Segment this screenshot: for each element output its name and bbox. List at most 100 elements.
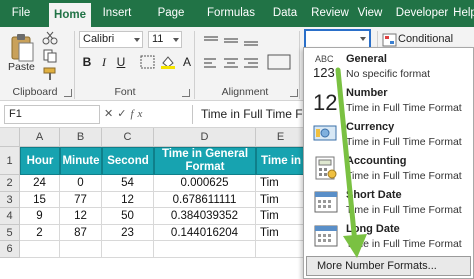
row-header[interactable]: 1 (0, 147, 20, 175)
tab-view[interactable]: View (356, 0, 384, 27)
cancel-icon[interactable]: ✕ (104, 108, 117, 120)
svg-text:12: 12 (313, 90, 337, 114)
clipboard-launcher-icon[interactable] (64, 89, 72, 97)
font-launcher-icon[interactable] (182, 89, 190, 97)
column-header[interactable]: D (154, 128, 256, 147)
font-color-button[interactable]: A (180, 53, 194, 71)
accounting-icon (315, 156, 337, 180)
menu-item-accounting[interactable]: Accounting Time in Full Time Format (304, 152, 473, 186)
cut-icon[interactable] (42, 31, 58, 45)
table-header-cell[interactable]: Time in D (256, 147, 306, 175)
menu-item-subtitle: Time in Full Time Format (346, 136, 462, 148)
table-cell[interactable]: 12 (102, 192, 154, 208)
select-all-corner[interactable] (0, 128, 20, 147)
table-cell[interactable]: Tim (256, 208, 306, 225)
table-cell[interactable]: 54 (102, 175, 154, 192)
menu-item-currency[interactable]: Currency Time in Full Time Format (304, 118, 473, 152)
menu-item-number[interactable]: 12 Number Time in Full Time Format (304, 84, 473, 118)
paste-icon[interactable] (10, 33, 34, 63)
table-cell[interactable]: 24 (20, 175, 60, 192)
row-header[interactable]: 4 (0, 208, 20, 225)
menu-item-subtitle: Time in Full Time Format (346, 204, 462, 216)
tab-page-layout[interactable]: Page Layout (141, 0, 201, 46)
italic-button[interactable]: I (97, 53, 111, 71)
column-header[interactable]: B (60, 128, 102, 147)
table-header-cell[interactable]: Time in General Format (154, 147, 256, 175)
menu-item-long-date[interactable]: Long Date Time in Full Time Format (304, 220, 473, 254)
menu-item-general[interactable]: ABC 123 General No specific format (304, 50, 473, 84)
table-cell[interactable]: 15 (20, 192, 60, 208)
row-header[interactable]: 3 (0, 192, 20, 208)
alignment-launcher-icon[interactable] (290, 89, 298, 97)
row-header[interactable]: 6 (0, 241, 20, 258)
table-cell[interactable]: Tim (256, 225, 306, 241)
table-cell[interactable]: 50 (102, 208, 154, 225)
conditional-formatting-button[interactable]: Conditional Formatting (380, 30, 474, 63)
number-12-icon: 12 (313, 90, 337, 114)
font-name-select[interactable]: Calibri (79, 31, 143, 48)
column-header[interactable]: A (20, 128, 60, 147)
table-cell[interactable]: 87 (60, 225, 102, 241)
tab-developer[interactable]: Developer (394, 0, 450, 27)
chevron-down-icon (173, 38, 179, 42)
enter-icon[interactable]: ✓ (117, 108, 130, 120)
group-divider (194, 31, 195, 99)
number-format-select[interactable] (304, 29, 371, 49)
fill-color-icon[interactable] (160, 55, 176, 69)
menu-item-title: Long Date (346, 223, 400, 235)
table-cell[interactable] (256, 241, 306, 258)
table-cell[interactable]: 0.144016204 (154, 225, 256, 241)
table-cell[interactable]: Tim (256, 192, 306, 208)
table-cell[interactable]: 0.384039352 (154, 208, 256, 225)
tab-insert[interactable]: Insert (97, 0, 137, 27)
fx-icon[interactable]: fx (130, 108, 146, 120)
paste-button-label[interactable]: Paste (8, 61, 35, 73)
column-header[interactable]: C (102, 128, 154, 147)
tab-review[interactable]: Review (309, 0, 351, 27)
row-header[interactable]: 5 (0, 225, 20, 241)
table-cell[interactable] (60, 241, 102, 258)
format-painter-icon[interactable] (42, 67, 58, 81)
menu-item-subtitle: Time in Full Time Format (346, 170, 462, 182)
currency-icon (313, 125, 337, 141)
more-number-formats-button[interactable]: More Number Formats... (306, 256, 471, 276)
table-cell[interactable] (102, 241, 154, 258)
table-cell[interactable]: 77 (60, 192, 102, 208)
formula-bar-controls: ✕✓fx (104, 107, 146, 120)
alignment-buttons-icon[interactable] (202, 33, 294, 73)
table-header-cell[interactable]: Hour (20, 147, 60, 175)
row-header[interactable]: 2 (0, 175, 20, 192)
name-box[interactable]: F1 (4, 105, 100, 124)
tab-data[interactable]: Data (270, 0, 300, 27)
table-header-cell[interactable]: Second (102, 147, 154, 175)
table-cell[interactable]: 12 (60, 208, 102, 225)
table-cell[interactable]: 0.678611111 (154, 192, 256, 208)
borders-icon[interactable] (140, 55, 156, 69)
underline-button[interactable]: U (114, 53, 128, 71)
table-cell[interactable] (154, 241, 256, 258)
tab-home[interactable]: Home (49, 3, 91, 27)
tab-file[interactable]: File (6, 0, 36, 27)
copy-icon[interactable] (42, 49, 58, 63)
table-cell[interactable]: 2 (20, 225, 60, 241)
abc-123-icon: ABC 123 (313, 54, 335, 80)
table-cell[interactable]: 9 (20, 208, 60, 225)
menu-item-short-date[interactable]: Short Date Time in Full Time Format (304, 186, 473, 220)
table-cell[interactable]: 0.000625 (154, 175, 256, 192)
column-header[interactable]: E (256, 128, 306, 147)
alignment-group-label: Alignment (221, 86, 269, 98)
tab-help[interactable]: Help (452, 0, 474, 27)
font-size-value: 11 (152, 33, 164, 45)
table-cell[interactable]: Tim (256, 175, 306, 192)
table-header-cell[interactable]: Minute (60, 147, 102, 175)
font-size-select[interactable]: 11 (148, 31, 182, 48)
tab-formulas[interactable]: Formulas (204, 0, 258, 27)
table-cell[interactable] (20, 241, 60, 258)
table-cell[interactable]: 0 (60, 175, 102, 192)
group-divider (299, 31, 300, 99)
bold-button[interactable]: B (80, 53, 94, 71)
menu-item-subtitle: No specific format (346, 68, 431, 80)
svg-text:ABC: ABC (315, 54, 334, 64)
clipboard-group-label: Clipboard (12, 86, 58, 98)
table-cell[interactable]: 23 (102, 225, 154, 241)
